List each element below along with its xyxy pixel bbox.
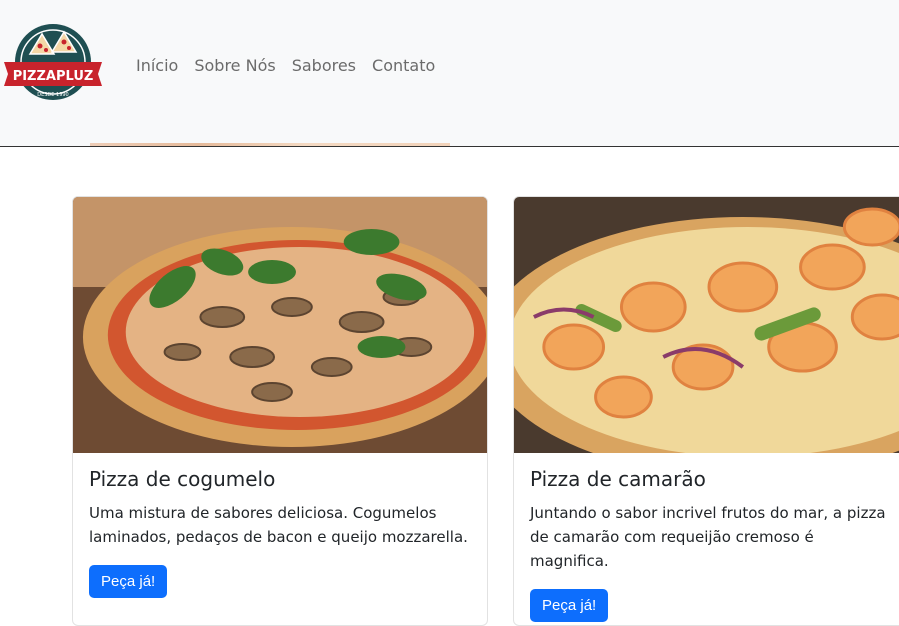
nav-link-inicio[interactable]: Início xyxy=(136,56,178,75)
order-button[interactable]: Peça já! xyxy=(530,589,609,622)
hero-image-strip xyxy=(90,143,450,146)
card-body: Pizza de cogumelo Uma mistura de sabores… xyxy=(73,453,487,612)
card-mushroom-pizza: Pizza de cogumelo Uma mistura de sabores… xyxy=(72,196,488,626)
nav-link-sabores[interactable]: Sabores xyxy=(292,56,356,75)
card-body: Pizza de camarão Juntando o sabor incriv… xyxy=(514,453,899,625)
card-title: Pizza de cogumelo xyxy=(89,467,276,491)
nav-link-sobre[interactable]: Sobre Nós xyxy=(194,56,275,75)
card-text: Juntando o sabor incrivel frutos do mar,… xyxy=(530,504,886,570)
pizzapluz-logo[interactable]: PIZZAPLUZ DESDE 1990 xyxy=(2,22,104,108)
card-title: Pizza de camarão xyxy=(530,467,706,491)
order-button[interactable]: Peça já! xyxy=(89,565,168,598)
mushroom-pizza-image xyxy=(73,197,487,453)
navbar: PIZZAPLUZ DESDE 1990 Início Sobre Nós Sa… xyxy=(0,0,899,147)
nav-links: Início Sobre Nós Sabores Contato xyxy=(136,56,435,75)
logo-since: DESDE 1990 xyxy=(37,92,69,98)
card-shrimp-pizza: Pizza de camarão Juntando o sabor incriv… xyxy=(513,196,899,626)
card-text: Uma mistura de sabores deliciosa. Cogume… xyxy=(89,504,468,546)
logo-text: PIZZAPLUZ xyxy=(13,69,94,84)
shrimp-pizza-image xyxy=(514,197,899,453)
nav-link-contato[interactable]: Contato xyxy=(372,56,435,75)
